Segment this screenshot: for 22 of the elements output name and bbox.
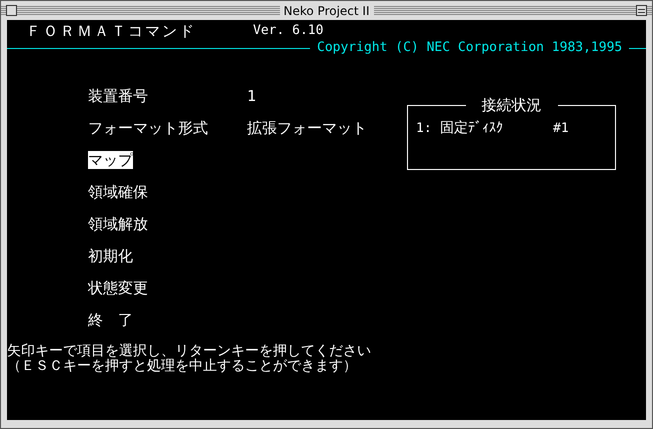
collapse-box-icon[interactable] [636,5,647,16]
instruction-text: （ＥＳＣキーを押すと処理を中止することができます） [7,359,357,374]
field-label: 装置番号 [88,86,149,107]
entry-number: 1: [416,120,433,138]
instruction-text: 矢印キーで項目を選択し、リターンキーを押してください [7,344,371,359]
menu-item[interactable]: 領域確保 [88,183,148,201]
panel-title: 接続状況 [480,96,542,114]
version-label: Ver. 6.10 [253,22,324,40]
menu-item[interactable]: 終 了 [88,311,133,329]
device-id: #1 [553,120,569,138]
window-title: Neko Project II [280,4,374,18]
device-name: 固定ﾃﾞｨｽｸ [440,119,504,138]
menu-item[interactable]: 初期化 [88,247,133,265]
program-title: ＦＯＲＭＡＴコマンド [26,22,197,40]
menu-item[interactable]: 状態変更 [88,279,148,297]
field-value: 拡張フォーマット [247,118,367,139]
menu-item[interactable]: マップ [88,151,133,169]
menu-item[interactable]: 領域解放 [88,215,148,233]
close-box-icon[interactable] [6,5,17,16]
field-label: フォーマット形式 [88,118,209,139]
field-value: 1 [247,86,256,107]
copyright-text: Copyright (C) NEC Corporation 1983,1995 [316,40,624,56]
